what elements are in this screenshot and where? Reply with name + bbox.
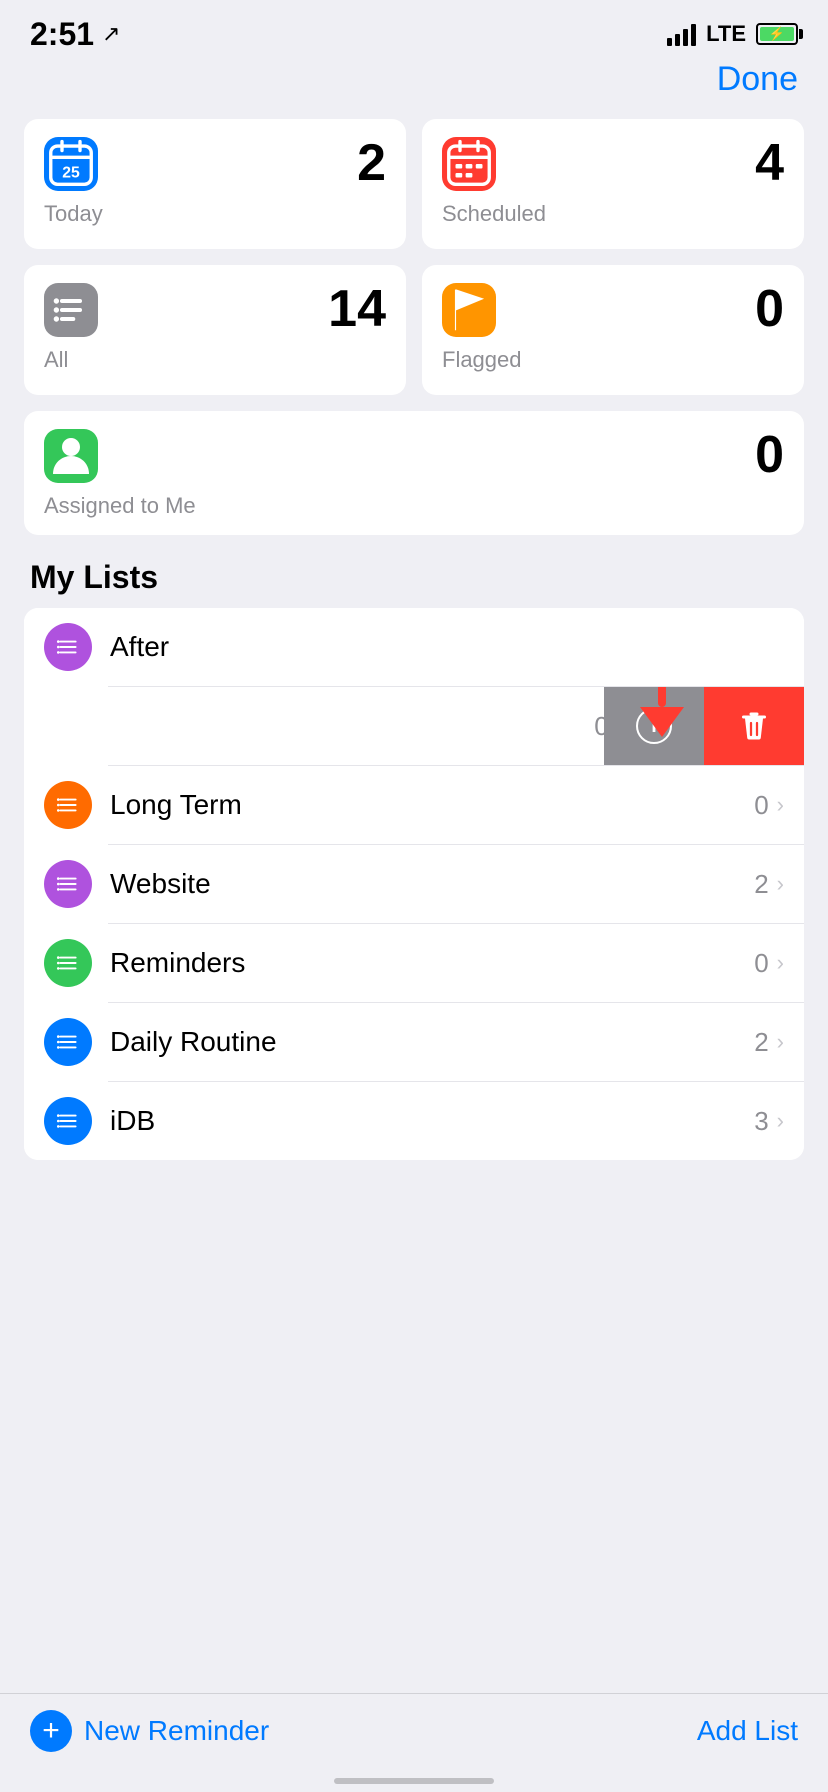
daily-routine-icon <box>44 1018 92 1066</box>
list-item-website[interactable]: Website 2 › <box>24 845 804 923</box>
all-count: 14 <box>328 283 386 335</box>
daily-routine-count: 2 <box>754 1027 768 1058</box>
flagged-label: Flagged <box>442 347 784 373</box>
status-time: 2:51 <box>30 16 94 53</box>
idb-count: 3 <box>754 1106 768 1137</box>
status-indicators: LTE ⚡ <box>667 21 798 47</box>
daily-routine-chevron: › <box>777 1029 784 1055</box>
idb-chevron: › <box>777 1108 784 1134</box>
trash-icon <box>736 708 772 744</box>
reminders-count-area: 0 › <box>754 948 784 979</box>
summary-grid: 25 2 Today <box>0 119 828 411</box>
list-item-long-term[interactable]: Long Term 0 › <box>24 766 804 844</box>
idb-icon <box>44 1097 92 1145</box>
website-chevron: › <box>777 871 784 897</box>
website-count-area: 2 › <box>754 869 784 900</box>
long-term-icon <box>44 781 92 829</box>
all-label: All <box>44 347 386 373</box>
done-button[interactable]: Done <box>717 60 798 99</box>
reminders-name: Reminders <box>110 947 754 979</box>
scheduled-card[interactable]: 4 Scheduled <box>422 119 804 249</box>
idb-name: iDB <box>110 1105 754 1137</box>
flagged-count: 0 <box>755 283 784 335</box>
assigned-count: 0 <box>755 429 784 481</box>
assigned-left: Assigned to Me <box>44 429 196 519</box>
signal-icon <box>667 22 696 46</box>
list-item-daily-routine[interactable]: Daily Routine 2 › <box>24 1003 804 1081</box>
my-lists-title: My Lists <box>30 559 158 595</box>
after-list-icon <box>44 623 92 671</box>
today-card[interactable]: 25 2 Today <box>24 119 406 249</box>
scheduled-icon <box>442 137 496 191</box>
today-count: 2 <box>357 137 386 189</box>
daily-routine-count-area: 2 › <box>754 1027 784 1058</box>
new-reminder-plus-icon: + <box>30 1710 72 1752</box>
battery-bolt-icon: ⚡ <box>769 26 785 42</box>
lte-label: LTE <box>706 21 746 47</box>
lists-container: After <box>24 608 804 1160</box>
all-icon <box>44 283 98 337</box>
swipe-actions: i <box>604 687 804 765</box>
after-list-name: After <box>110 631 784 663</box>
list-item-reminders[interactable]: Reminders 0 › <box>24 924 804 1002</box>
my-lists-header: My Lists <box>0 559 828 608</box>
all-card[interactable]: 14 All <box>24 265 406 395</box>
swipe-delete-button[interactable] <box>704 687 804 765</box>
reminders-count: 0 <box>754 948 768 979</box>
daily-routine-name: Daily Routine <box>110 1026 754 1058</box>
location-arrow-icon: ↗ <box>102 21 120 47</box>
reminders-icon <box>44 939 92 987</box>
flagged-icon <box>442 283 496 337</box>
swiped-row: day 0 › i <box>24 687 804 765</box>
long-term-count-area: 0 › <box>754 790 784 821</box>
long-term-chevron: › <box>777 792 784 818</box>
new-reminder-label: New Reminder <box>84 1715 269 1747</box>
assigned-icon <box>44 429 98 483</box>
status-bar: 2:51 ↗ LTE ⚡ <box>0 0 828 60</box>
website-name: Website <box>110 868 754 900</box>
assigned-card[interactable]: Assigned to Me 0 <box>24 411 804 535</box>
scheduled-count: 4 <box>755 137 784 189</box>
add-list-button[interactable]: Add List <box>697 1715 798 1747</box>
website-icon <box>44 860 92 908</box>
website-count: 2 <box>754 869 768 900</box>
swiped-list-content: day 0 › <box>24 687 644 765</box>
header-area: Done <box>0 60 828 119</box>
today-icon: 25 <box>44 137 98 191</box>
list-item-after[interactable]: After <box>24 608 804 686</box>
flagged-card[interactable]: 0 Flagged <box>422 265 804 395</box>
assigned-label: Assigned to Me <box>44 493 196 519</box>
home-indicator <box>334 1778 494 1784</box>
long-term-count: 0 <box>754 790 768 821</box>
svg-text:25: 25 <box>62 165 80 182</box>
today-label: Today <box>44 201 386 227</box>
reminders-chevron: › <box>777 950 784 976</box>
battery-icon: ⚡ <box>756 23 798 45</box>
scheduled-label: Scheduled <box>442 201 784 227</box>
swiped-list-name: day <box>24 710 594 742</box>
new-reminder-button[interactable]: + New Reminder <box>30 1710 269 1752</box>
list-item-idb[interactable]: iDB 3 › <box>24 1082 804 1160</box>
long-term-name: Long Term <box>110 789 754 821</box>
delete-arrow-annotation <box>640 687 684 737</box>
idb-count-area: 3 › <box>754 1106 784 1137</box>
